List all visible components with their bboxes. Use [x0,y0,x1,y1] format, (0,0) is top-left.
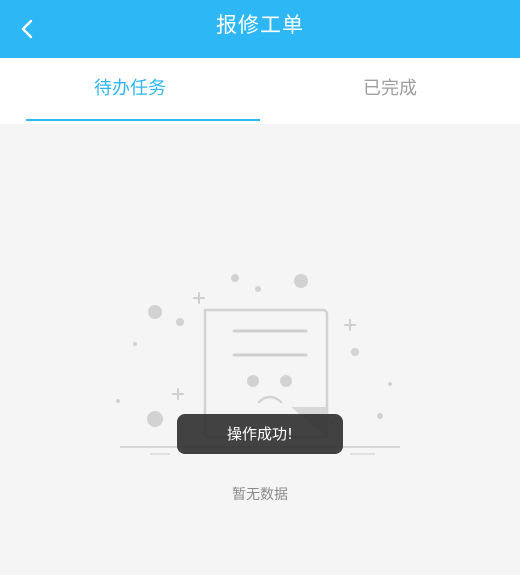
tab-completed[interactable]: 已完成 [260,58,520,120]
app-header: 报修工单 [0,0,520,58]
tab-bar: 待办任务 已完成 [0,58,520,124]
empty-state: 暂无数据 [0,124,520,575]
page-title: 报修工单 [216,13,304,37]
tab-pending[interactable]: 待办任务 [0,58,260,120]
active-tab-indicator [26,119,260,121]
success-toast: 操作成功! [177,414,343,454]
empty-state-message: 暂无数据 [232,487,288,503]
